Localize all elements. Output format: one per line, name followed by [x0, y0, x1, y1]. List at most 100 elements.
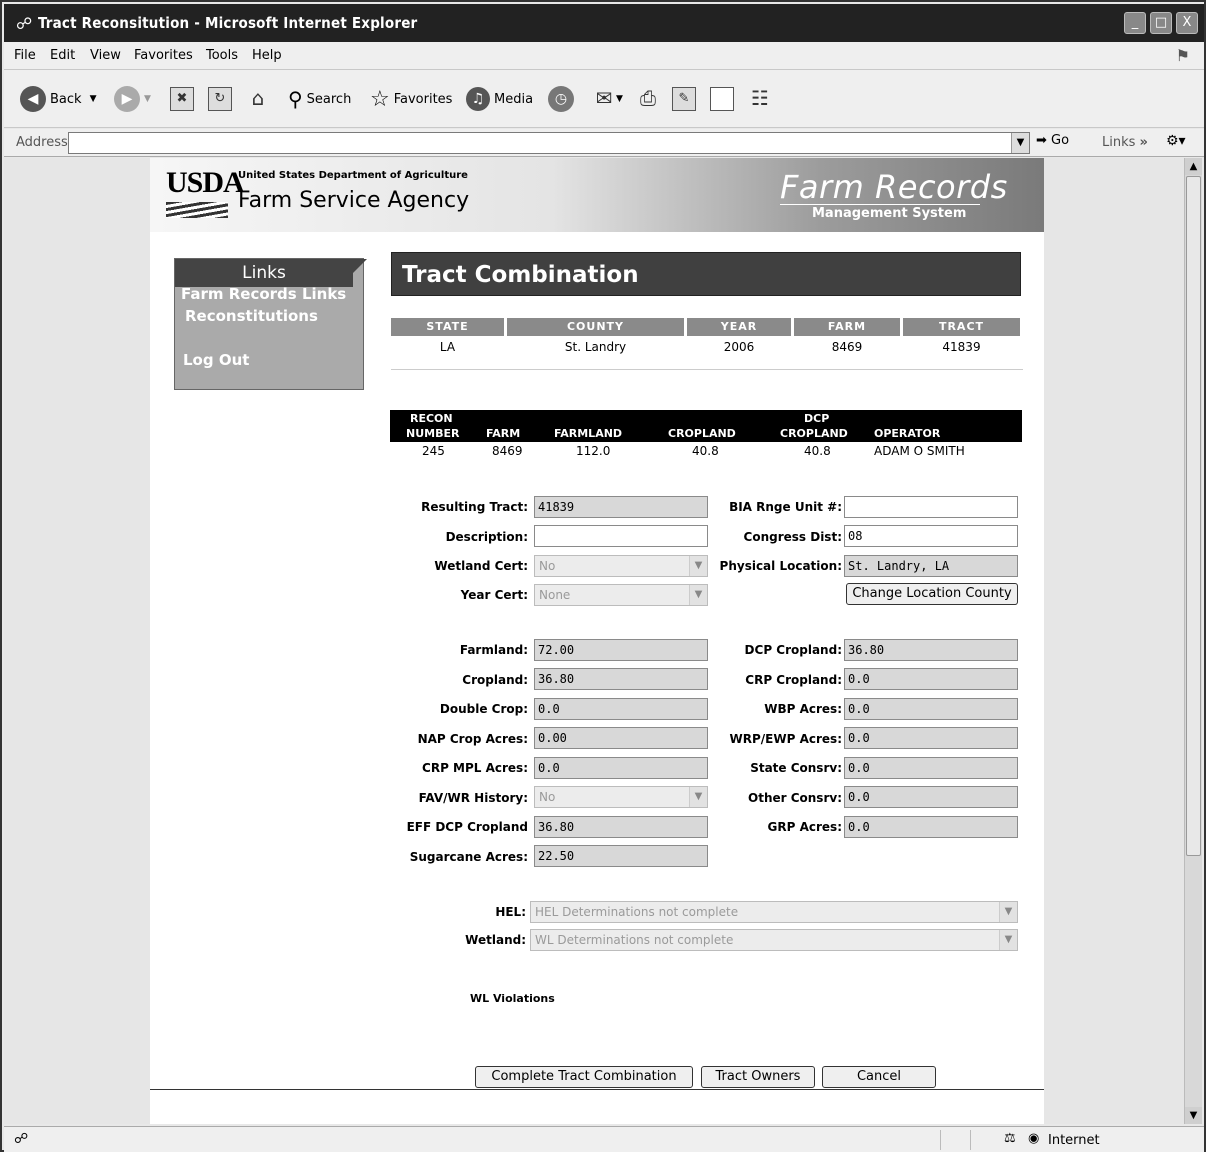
- research-button[interactable]: ☷: [748, 84, 772, 114]
- label-bia-rnge-unit: BIA Rnge Unit #:: [729, 500, 842, 514]
- header-farm: FARM: [794, 318, 900, 336]
- links-label: Links: [1102, 135, 1136, 150]
- wbp-acres-field[interactable]: 0.0: [844, 698, 1018, 720]
- label-eff-dcp-cropland: EFF DCP Cropland: [406, 820, 528, 834]
- label-crp-mpl-acres: CRP MPL Acres:: [422, 761, 528, 775]
- wetland-cert-select[interactable]: No ▼: [534, 555, 708, 577]
- page-card: USDA United States Department of Agricul…: [150, 158, 1044, 1124]
- hel-select[interactable]: HEL Determinations not complete ▼: [530, 901, 1018, 923]
- link-log-out[interactable]: Log Out: [183, 351, 249, 369]
- links-toolbar-button[interactable]: Links »: [1102, 135, 1148, 150]
- fav-wr-history-select[interactable]: No ▼: [534, 786, 708, 808]
- menu-view[interactable]: View: [90, 48, 121, 63]
- label-state-consrv: State Consrv:: [750, 761, 842, 775]
- grp-acres-field[interactable]: 0.0: [844, 816, 1018, 838]
- stop-icon: ✖: [170, 87, 194, 111]
- minimize-button[interactable]: _: [1124, 12, 1146, 34]
- page-title: Tract Combination: [391, 252, 1021, 296]
- go-button[interactable]: ➡ Go: [1036, 133, 1069, 148]
- menu-favorites[interactable]: Favorites: [134, 48, 193, 63]
- chevron-down-icon: ▼: [689, 585, 707, 605]
- globe-icon: ◉: [1028, 1131, 1040, 1146]
- media-button[interactable]: ♫ Media: [466, 84, 533, 114]
- wetland-select[interactable]: WL Determinations not complete ▼: [530, 929, 1018, 951]
- fsa-banner: USDA United States Department of Agricul…: [150, 158, 1044, 232]
- address-input[interactable]: ▼: [68, 132, 1030, 154]
- discuss-button[interactable]: [710, 84, 734, 114]
- history-button[interactable]: ◷: [548, 84, 578, 114]
- link-reconstitutions[interactable]: Reconstitutions: [185, 307, 318, 325]
- congress-dist-field[interactable]: 08: [844, 525, 1018, 547]
- farmland-field[interactable]: 72.00: [534, 639, 708, 661]
- usda-logo: USDA: [166, 166, 245, 199]
- eff-dcp-cropland-field[interactable]: 36.80: [534, 816, 708, 838]
- home-icon: ⌂: [251, 86, 265, 110]
- value-year: 2006: [723, 340, 755, 354]
- hel-value: HEL Determinations not complete: [535, 905, 739, 919]
- dcp-cropland-field[interactable]: 36.80: [844, 639, 1018, 661]
- state-consrv-field[interactable]: 0.0: [844, 757, 1018, 779]
- cropland-field[interactable]: 36.80: [534, 668, 708, 690]
- toolbar: ◀ Back ▼ ▶ ▼ ✖ ↻ ⌂ ⚲ Search ☆ Favorites …: [4, 70, 1204, 128]
- menu-edit[interactable]: Edit: [50, 48, 75, 63]
- back-button[interactable]: ◀ Back ▼: [20, 84, 96, 114]
- year-cert-select[interactable]: None ▼: [534, 584, 708, 606]
- other-consrv-field[interactable]: 0.0: [844, 786, 1018, 808]
- nap-crop-acres-field[interactable]: 0.00: [534, 727, 708, 749]
- value-state: LA: [439, 340, 456, 354]
- farm-records-title: Farm Records: [780, 168, 1008, 206]
- close-button[interactable]: X: [1176, 12, 1198, 34]
- status-bar: ☍ ⚖ ◉ Internet: [4, 1126, 1204, 1152]
- forward-button[interactable]: ▶ ▼: [114, 84, 151, 114]
- label-wbp-acres: WBP Acres:: [764, 702, 842, 716]
- forward-arrow-icon: ▶: [114, 86, 140, 112]
- recon-farm: 8469: [492, 444, 523, 458]
- header-year: YEAR: [687, 318, 791, 336]
- scroll-down-icon[interactable]: ▼: [1185, 1107, 1202, 1124]
- cancel-button[interactable]: Cancel: [822, 1066, 936, 1088]
- crp-cropland-field[interactable]: 0.0: [844, 668, 1018, 690]
- home-button[interactable]: ⌂: [246, 84, 270, 114]
- edit-button[interactable]: ✎: [672, 84, 696, 114]
- description-field[interactable]: [534, 525, 708, 547]
- header-state: STATE: [391, 318, 504, 336]
- maximize-button[interactable]: □: [1150, 12, 1172, 34]
- bia-rnge-unit-field[interactable]: [844, 496, 1018, 518]
- label-wetland-cert: Wetland Cert:: [434, 559, 528, 573]
- recon-cropland: 40.8: [692, 444, 719, 458]
- address-dropdown-icon[interactable]: ▼: [1011, 133, 1029, 153]
- menu-bar: File Edit View Favorites Tools Help ⚑: [4, 42, 1204, 70]
- print-button[interactable]: ⎙: [636, 84, 660, 114]
- header-recon-cropland: CROPLAND: [668, 427, 736, 440]
- mail-button[interactable]: ✉ ▼: [592, 84, 623, 114]
- scrollbar-thumb[interactable]: [1186, 176, 1201, 856]
- label-fav-wr-history: FAV/WR History:: [418, 791, 528, 805]
- wrp-ewp-acres-field[interactable]: 0.0: [844, 727, 1018, 749]
- tract-owners-button[interactable]: Tract Owners: [701, 1066, 815, 1088]
- complete-tract-combination-button[interactable]: Complete Tract Combination: [475, 1066, 693, 1088]
- menu-file[interactable]: File: [14, 48, 36, 63]
- physical-location-field[interactable]: St. Landry, LA: [844, 555, 1018, 577]
- sugarcane-acres-field[interactable]: 22.50: [534, 845, 708, 867]
- vertical-scrollbar[interactable]: ▲ ▼: [1184, 158, 1202, 1124]
- change-location-county-button[interactable]: Change Location County: [846, 583, 1018, 605]
- recon-farmland: 112.0: [576, 444, 611, 458]
- label-resulting-tract: Resulting Tract:: [421, 500, 528, 514]
- stop-button[interactable]: ✖: [170, 84, 194, 114]
- resulting-tract-field[interactable]: 41839: [534, 496, 708, 518]
- refresh-button[interactable]: ↻: [208, 84, 232, 114]
- scroll-up-icon[interactable]: ▲: [1185, 158, 1202, 175]
- crp-mpl-acres-field[interactable]: 0.0: [534, 757, 708, 779]
- label-wetland: Wetland:: [465, 933, 526, 947]
- menu-tools[interactable]: Tools: [206, 48, 238, 63]
- favorites-button[interactable]: ☆ Favorites: [370, 84, 452, 114]
- ie-window-icon: ☍: [16, 14, 33, 33]
- link-farm-records[interactable]: Farm Records Links: [181, 285, 346, 303]
- menu-help[interactable]: Help: [252, 48, 282, 63]
- double-crop-field[interactable]: 0.0: [534, 698, 708, 720]
- mail-icon: ✉: [595, 86, 613, 110]
- wl-violations-heading: WL Violations: [470, 992, 555, 1005]
- search-button[interactable]: ⚲ Search: [288, 84, 351, 114]
- toolbar-options-icon[interactable]: ⚙▾: [1166, 133, 1186, 149]
- label-dcp-cropland: DCP Cropland:: [744, 643, 842, 657]
